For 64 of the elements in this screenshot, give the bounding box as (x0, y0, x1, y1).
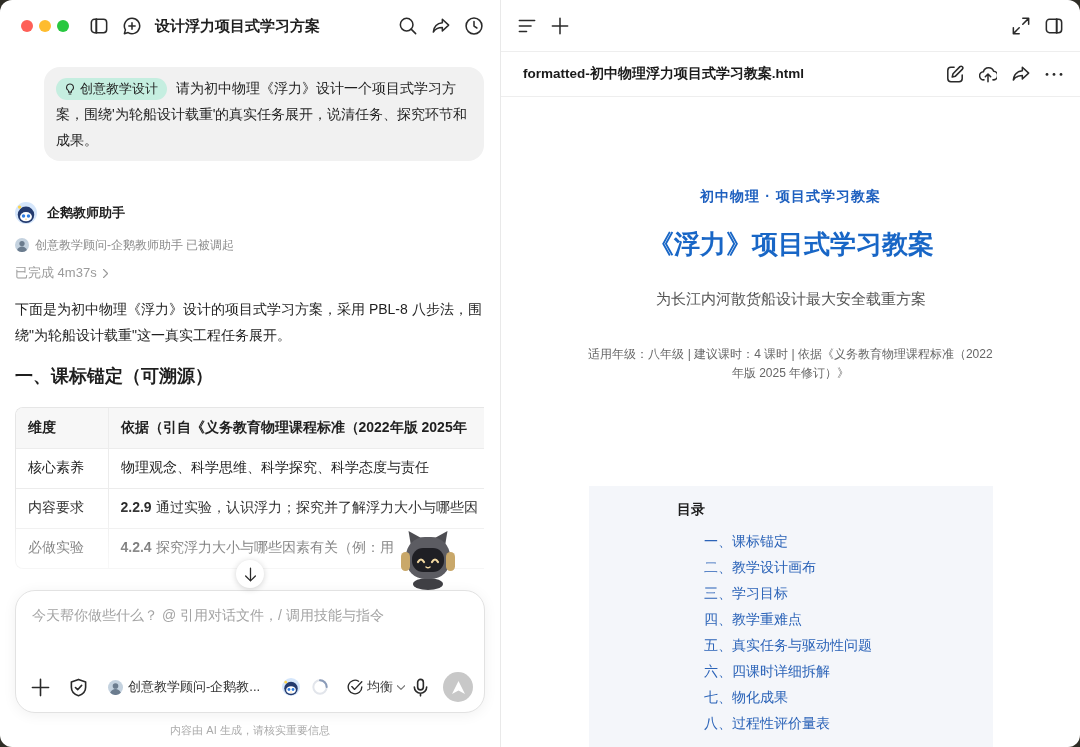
chevron-right-icon (102, 268, 108, 278)
table-cell: 核心素养 (28, 459, 84, 475)
skill-chip[interactable]: 创意教学设计 (56, 78, 167, 101)
table-cell: 必做实验 (28, 539, 84, 556)
toc-link[interactable]: 八、过程性评价量表 (703, 711, 830, 737)
user-avatar-icon (15, 238, 29, 252)
toc-link[interactable]: 三、学习目标 (703, 581, 788, 607)
table-cell: 4.2.4 探究浮力大小与哪些因素有关（例：用 (120, 539, 394, 556)
plus-icon[interactable] (551, 16, 569, 35)
penguin-avatar-icon (15, 202, 37, 224)
toc-link[interactable]: 一、课标锚定 (703, 529, 788, 555)
assistant-name: 企鹅教师助手 (47, 204, 125, 222)
search-icon[interactable] (399, 17, 417, 35)
scroll-down-button[interactable] (236, 560, 264, 588)
agent-chip[interactable]: 创意教学顾问-企鹅教... (108, 678, 261, 696)
toc-link[interactable]: 七、物化成果 (703, 685, 788, 711)
close-icon[interactable] (21, 20, 33, 32)
arrow-up-icon (451, 680, 465, 694)
robot-mascot-icon[interactable] (401, 530, 455, 590)
mode-button[interactable]: 均衡 (347, 678, 406, 696)
document-kicker: 初中物理 · 项目式学习教案 (700, 187, 881, 206)
document-title: 《浮力》项目式学习教案 (647, 228, 934, 261)
message-composer[interactable]: 今天帮你做些什么？ @ 引用对话文件，/ 调用技能与指令 创意教学顾问-企鹅教... 均衡 (15, 590, 485, 713)
invocation-text: 创意教学顾问-企鹅教师助手 已被调起 (35, 237, 235, 253)
toc-link[interactable]: 二、教学设计画布 (703, 555, 816, 581)
penguin-avatar-icon[interactable] (282, 678, 301, 696)
table-cell: 物理观念、科学思维、科学探究、科学态度与责任 (120, 459, 429, 475)
document-subtitle: 为长江内河散货船设计最大安全载重方案 (655, 289, 926, 309)
toc-link[interactable]: 五、真实任务与驱动性问题 (703, 633, 872, 659)
upload-icon[interactable] (979, 65, 997, 83)
share-icon[interactable] (1012, 65, 1030, 83)
lightbulb-icon (64, 83, 76, 96)
message-text: 创意教学设计 请为初中物理《浮力》设计一个项目式学习方案，围绕'为轮船设计载重'的真实任务展开，说清任务、探究环节和成果。 (56, 77, 469, 150)
intro-paragraph: 下面是为初中物理《浮力》设计的项目式学习方案，采用 PBL-8 八步法，围绕"为轮船设计载重"这一真实工程任务展开。 (15, 300, 483, 345)
sidebar-toggle-icon[interactable] (90, 17, 108, 35)
section-heading: 一、课标锚定（可溯源） (15, 365, 214, 388)
toc-link[interactable]: 四、教学重难点 (703, 607, 802, 633)
column-header: 依据（引自《义务教育物理课程标准（2022年版 2025年 (120, 418, 467, 435)
file-name: formatted-初中物理浮力项目式学习教案.html (523, 65, 804, 83)
plus-icon[interactable] (31, 677, 50, 697)
chevron-down-icon (397, 684, 406, 690)
document-meta: 适用年级：八年级 | 建议课时：4 课时 | 依据《义务教育物理课程标准（2022 年版 2025 年修订）》 (587, 346, 994, 382)
new-chat-icon[interactable] (123, 17, 141, 35)
toc-title: 目录 (676, 501, 706, 519)
status-toggle[interactable]: 已完成 4m37s (15, 264, 108, 282)
user-avatar-icon (108, 679, 123, 695)
column-header: 维度 (28, 418, 56, 435)
chat-title: 设计浮力项目式学习方案 (155, 16, 320, 36)
microphone-icon[interactable] (411, 677, 430, 697)
table-cell: 内容要求 (28, 499, 84, 515)
share-icon[interactable] (432, 17, 450, 35)
expand-icon[interactable] (1012, 16, 1030, 35)
more-icon[interactable] (1045, 71, 1063, 77)
message-input[interactable]: 今天帮你做些什么？ @ 引用对话文件，/ 调用技能与指令 (16, 591, 484, 670)
table-cell: 2.2.9 通过实验，认识浮力；探究并了解浮力大小与哪些因 (120, 499, 478, 515)
toc-link[interactable]: 六、四课时详细拆解 (703, 659, 830, 685)
loading-spinner-icon (312, 679, 329, 695)
sidebar-toggle-icon[interactable] (1045, 16, 1063, 35)
arrow-down-icon (242, 566, 258, 582)
history-icon[interactable] (465, 17, 483, 35)
edit-icon[interactable] (946, 65, 964, 83)
check-circle-icon (347, 679, 364, 695)
disclaimer-text: 内容由 AI 生成，请核实重要信息 (170, 722, 330, 738)
shield-check-icon[interactable] (69, 677, 88, 697)
